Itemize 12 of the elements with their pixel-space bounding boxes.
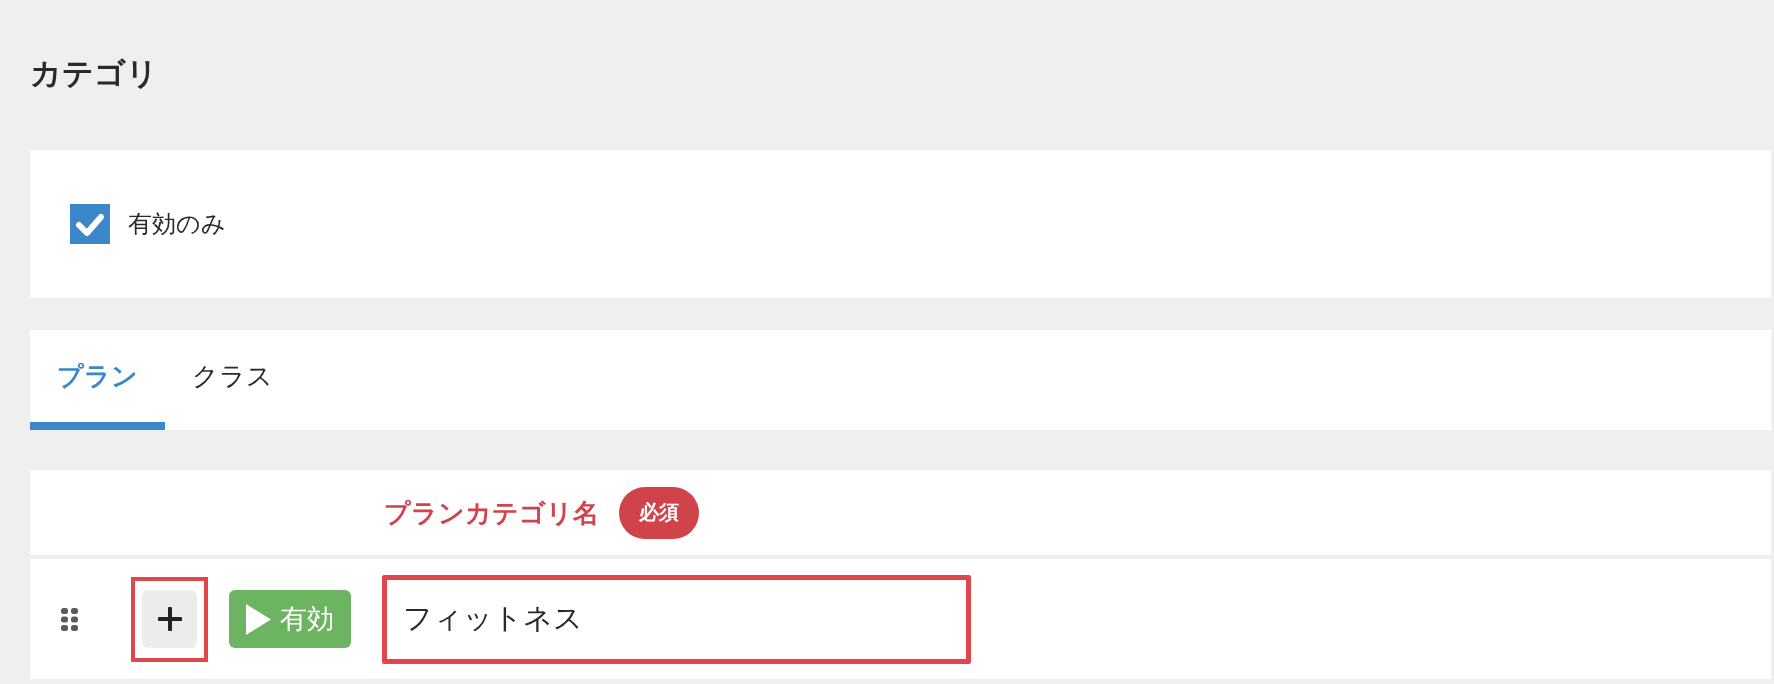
name-input[interactable]: フィットネス — [382, 574, 971, 664]
drag-handle-icon[interactable] — [61, 607, 78, 631]
required-badge: 必須 — [619, 486, 699, 539]
plus-icon — [157, 607, 182, 631]
play-icon — [246, 603, 271, 635]
tab[interactable]: プラン — [30, 330, 165, 430]
tab[interactable]: クラス — [165, 330, 300, 430]
column-header: プランカテゴリ名 — [384, 496, 599, 530]
checkbox[interactable] — [70, 204, 110, 244]
add-button[interactable] — [142, 590, 197, 648]
page-title: カテゴリ — [30, 54, 158, 93]
checkbox-label: 有効のみ — [128, 209, 226, 240]
